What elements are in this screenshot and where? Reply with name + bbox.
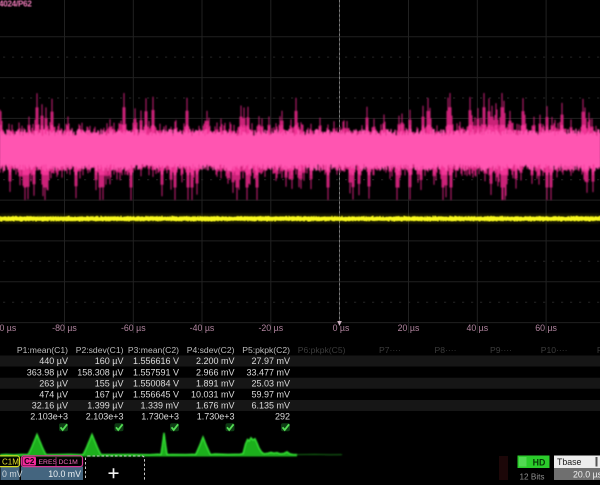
svg-text:HD: HD — [533, 457, 546, 467]
svg-text:P3:mean(C2): P3:mean(C2) — [128, 345, 179, 355]
svg-text:P4:sdev(C2): P4:sdev(C2) — [187, 345, 235, 355]
svg-text:158.308 µV: 158.308 µV — [77, 367, 123, 377]
svg-text:2.966 mV: 2.966 mV — [196, 367, 235, 377]
svg-text:-80 µs: -80 µs — [52, 323, 77, 333]
svg-text:P5:pkpk(C2): P5:pkpk(C2) — [242, 345, 290, 355]
svg-text:363.98 µV: 363.98 µV — [27, 367, 68, 377]
svg-text:1.339 mV: 1.339 mV — [140, 401, 179, 411]
svg-text:292: 292 — [275, 412, 290, 422]
svg-text:1.399 µV: 1.399 µV — [87, 401, 123, 411]
svg-text:167 µV: 167 µV — [95, 390, 124, 400]
svg-text:12 Bits: 12 Bits — [519, 473, 544, 481]
svg-text:10.031 mV: 10.031 mV — [191, 390, 235, 400]
svg-text:20 µs: 20 µs — [398, 323, 420, 333]
svg-text:33.477 mV: 33.477 mV — [246, 367, 290, 377]
svg-text:C1M: C1M — [2, 457, 19, 466]
svg-text:P6:pkpk(C5): P6:pkpk(C5) — [298, 345, 346, 355]
svg-text:263 µV: 263 µV — [39, 378, 68, 388]
svg-text:1.556616 V: 1.556616 V — [133, 356, 179, 366]
svg-text:474 µV: 474 µV — [39, 390, 68, 400]
svg-text:P1:mean(C1): P1:mean(C1) — [17, 345, 68, 355]
svg-text:Tbase: Tbase — [557, 457, 582, 467]
svg-text:ERES: ERES — [39, 459, 58, 466]
svg-text:1.891 mV: 1.891 mV — [196, 378, 235, 388]
svg-text:2.103e+3: 2.103e+3 — [86, 412, 124, 422]
svg-text:440 µV: 440 µV — [39, 356, 68, 366]
svg-text:DC1M: DC1M — [59, 459, 79, 466]
svg-text:40 µs: 40 µs — [466, 323, 488, 333]
svg-text:59.97 mV: 59.97 mV — [251, 390, 290, 400]
svg-text:-60 µs: -60 µs — [121, 323, 146, 333]
svg-text:32.16 µV: 32.16 µV — [32, 401, 68, 411]
svg-text:155 µV: 155 µV — [95, 378, 124, 388]
svg-text:P10····: P10···· — [541, 345, 568, 355]
svg-text:20.0 µs: 20.0 µs — [573, 470, 600, 480]
svg-text:P7····: P7···· — [379, 345, 401, 355]
svg-text:C2: C2 — [24, 457, 35, 466]
svg-text:25.03 mV: 25.03 mV — [251, 378, 290, 388]
svg-text:10.0 mV: 10.0 mV — [48, 469, 81, 479]
svg-text:27.97 mV: 27.97 mV — [251, 356, 290, 366]
svg-text:1.730e+3: 1.730e+3 — [197, 412, 235, 422]
svg-text:2.103e+3: 2.103e+3 — [30, 412, 68, 422]
svg-text:0 mV: 0 mV — [2, 469, 23, 479]
svg-text:160 µV: 160 µV — [95, 356, 124, 366]
svg-text:-100 µs: -100 µs — [0, 323, 17, 333]
svg-text:-40 µs: -40 µs — [190, 323, 215, 333]
svg-text:6.135 mV: 6.135 mV — [251, 401, 290, 411]
svg-text:1.556645 V: 1.556645 V — [133, 390, 179, 400]
svg-text:0 µs: 0 µs — [333, 323, 350, 333]
svg-text:60 µs: 60 µs — [535, 323, 557, 333]
svg-text:P9····: P9···· — [490, 345, 512, 355]
svg-text:4024/P62: 4024/P62 — [0, 0, 32, 9]
svg-text:P2:sdev(C1): P2:sdev(C1) — [76, 345, 124, 355]
svg-text:2.200 mV: 2.200 mV — [196, 356, 235, 366]
svg-text:1.557591 V: 1.557591 V — [133, 367, 179, 377]
svg-text:1.676 mV: 1.676 mV — [196, 401, 235, 411]
svg-text:1.730e+3: 1.730e+3 — [141, 412, 179, 422]
svg-text:1.550084 V: 1.550084 V — [133, 378, 179, 388]
svg-text:-20 µs: -20 µs — [258, 323, 283, 333]
svg-text:P8····: P8···· — [435, 345, 457, 355]
